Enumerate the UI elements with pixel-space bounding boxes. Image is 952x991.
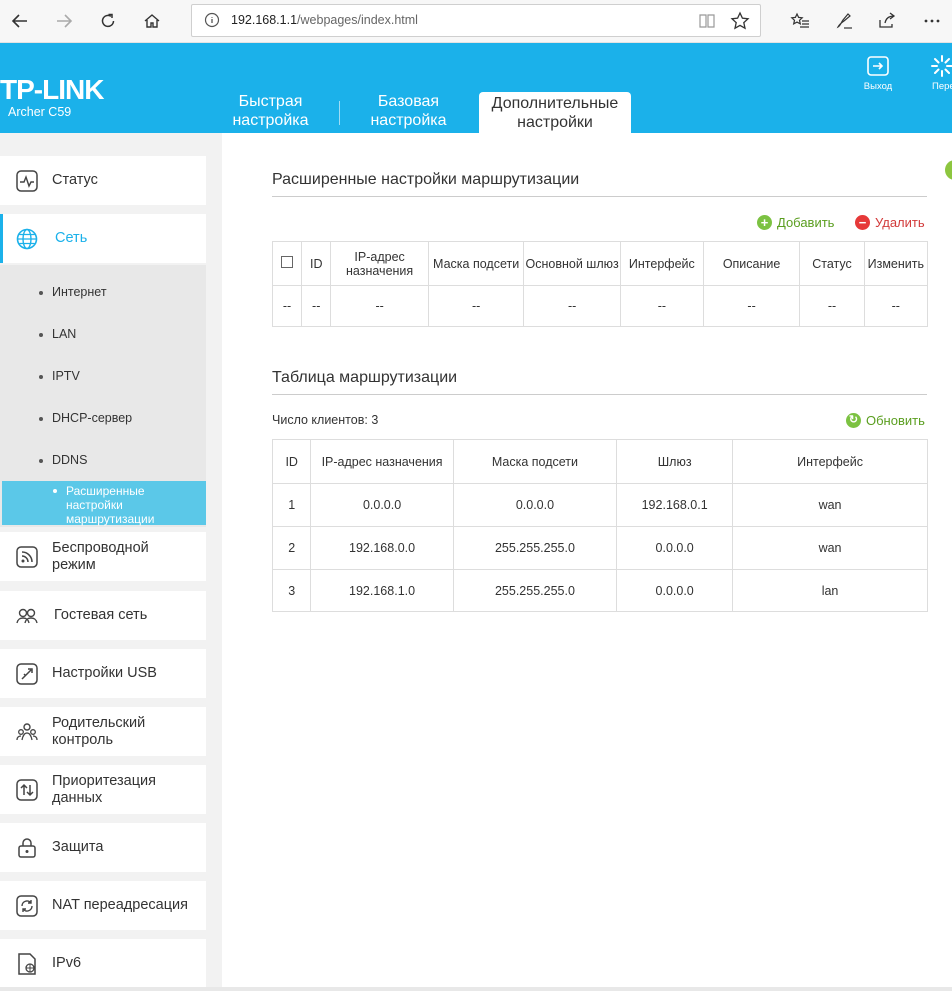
divider [272,394,927,395]
reading-view-icon[interactable] [698,12,716,30]
delete-minus-icon: − [855,215,870,230]
share-icon [879,12,896,28]
routing-table: ID IP-адрес назначения Маска подсети Шлю… [271,439,928,612]
add-plus-icon: + [757,215,772,230]
table-row: -- -- -- -- -- -- -- -- -- [271,285,929,327]
url-text: 192.168.1.1/webpages/index.html [231,13,418,27]
status-pulse-icon [16,170,38,192]
submenu-dhcp[interactable]: DHCP-сервер [38,411,132,425]
table-row: 2 192.168.0.0 255.255.255.0 0.0.0.0 wan [271,526,928,570]
favorites-button[interactable] [786,7,814,35]
select-all-checkbox[interactable] [281,256,294,268]
submenu-advanced-routing[interactable]: Расширенные настройки маршрутизации [2,481,206,526]
reboot-button[interactable]: Перезагрузка [918,54,952,92]
divider [272,196,927,197]
sidebar-item-qos[interactable]: Приоритезация данных [0,765,206,814]
globe-icon [16,228,38,250]
advanced-routing-title: Расширенные настройки маршрутизации [272,171,580,188]
favorite-star-icon[interactable] [730,11,750,31]
reload-icon [101,13,115,28]
horizontal-scrollbar[interactable] [0,987,952,991]
more-button[interactable] [918,7,946,35]
sidebar-item-usb[interactable]: Настройки USB [0,649,206,698]
sidebar-item-nat[interactable]: NAT переадресация [0,881,206,930]
info-icon[interactable] [204,12,220,28]
tab-advanced[interactable]: Дополнительные настройки [479,92,631,133]
forward-button[interactable] [50,7,78,35]
advanced-routing-table: ID IP-адрес назначения Маска подсети Осн… [271,241,929,327]
reboot-icon [931,55,952,77]
guest-users-icon [16,608,38,624]
tab-separator [339,101,340,125]
submenu-ddns[interactable]: DDNS [38,453,87,467]
router-header: TP-LINK Archer C59 Быстрая настройка Баз… [0,43,952,133]
back-button[interactable] [6,7,34,35]
model-name: Archer C59 [8,105,72,119]
back-arrow-icon [11,14,27,28]
browser-toolbar: 192.168.1.1/webpages/index.html [0,0,952,43]
table-row: 1 0.0.0.0 0.0.0.0 192.168.0.1 wan [271,483,928,527]
logout-icon [867,56,889,76]
forward-arrow-icon [57,14,73,28]
submenu-internet[interactable]: Интернет [39,285,107,299]
sidebar-item-status[interactable]: Статус [0,156,206,205]
refresh-button[interactable] [94,7,122,35]
qos-arrows-icon [16,779,38,801]
usb-icon [16,663,38,685]
home-button[interactable] [138,7,166,35]
notes-button[interactable] [830,7,858,35]
ipv6-document-icon [18,953,36,975]
sidebar-item-network[interactable]: Сеть [0,214,206,263]
sidebar-item-ipv6[interactable]: IPv6 [0,939,206,988]
submenu-lan[interactable]: LAN [38,327,76,341]
wireless-icon [16,546,38,568]
routing-table-title: Таблица маршрутизации [272,369,458,386]
select-all-cell[interactable] [271,241,303,286]
more-dots-icon [924,19,940,23]
sidebar-item-wireless[interactable]: Беспроводной режим [0,532,206,581]
logout-button[interactable]: Выход [853,54,903,92]
share-button[interactable] [873,7,901,35]
submenu-iptv[interactable]: IPTV [39,369,80,383]
parental-control-icon [16,723,38,741]
pen-icon [836,13,852,29]
table-header-row: ID IP-адрес назначения Маска подсети Шлю… [271,439,928,484]
delete-button[interactable]: − Удалить [855,215,925,230]
favorites-list-icon [790,12,809,28]
add-button[interactable]: + Добавить [757,215,834,230]
address-bar[interactable]: 192.168.1.1/webpages/index.html [191,4,761,37]
sidebar-item-guest[interactable]: Гостевая сеть [0,591,206,640]
tab-basic[interactable]: Базовая настройка [365,92,452,130]
refresh-icon: ↻ [846,413,861,428]
tab-quick-setup[interactable]: Быстрая настройка [228,92,313,130]
sidebar-item-parental[interactable]: Родительский контроль [0,707,206,756]
table-header-row: ID IP-адрес назначения Маска подсети Осн… [271,241,929,286]
lock-icon [18,838,36,858]
table-row: 3 192.168.1.0 255.255.255.0 0.0.0.0 lan [271,569,928,612]
tplink-logo: TP-LINK [0,74,104,105]
nat-cycle-icon [16,895,38,917]
refresh-table-button[interactable]: ↻ Обновить [846,413,925,428]
home-icon [144,14,160,28]
clients-count: Число клиентов: 3 [272,413,379,427]
sidebar-item-security[interactable]: Защита [0,823,206,872]
